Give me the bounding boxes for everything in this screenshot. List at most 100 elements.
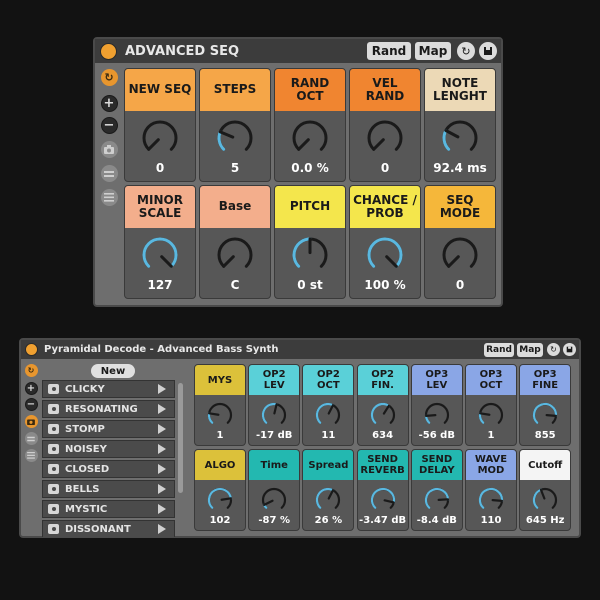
param-knob[interactable] [423, 401, 451, 433]
camera-icon [48, 404, 59, 414]
link-icon[interactable]: ↻ [547, 343, 560, 356]
param-value: 1 [487, 430, 495, 441]
hot-swap-icon[interactable]: ↻ [100, 69, 118, 86]
param-label: RAND OCT [275, 69, 345, 111]
hot-swap-icon[interactable]: ↻ [24, 364, 38, 377]
param-knob[interactable] [260, 486, 288, 518]
camera-icon[interactable] [100, 141, 118, 158]
param-cell-algo: ALGO 102 [194, 449, 246, 531]
param-knob[interactable] [141, 119, 179, 161]
play-icon[interactable] [158, 524, 166, 534]
param-knob[interactable] [423, 486, 451, 518]
link-icon[interactable]: ↻ [457, 42, 475, 60]
param-label: OP2 FIN. [357, 365, 408, 395]
play-icon[interactable] [158, 444, 166, 454]
folder-icon[interactable] [100, 165, 118, 182]
plus-icon[interactable]: + [100, 95, 118, 112]
preset-item[interactable]: MYSTIC [42, 500, 175, 518]
new-preset-button[interactable]: New [91, 364, 135, 378]
device-sidebar: ↻ + − [22, 364, 40, 462]
advanced-seq-device: ADVANCED SEQ Rand Map ↻ ↻ + − NEW SEQ 0 ST… [93, 37, 503, 307]
preset-name: CLOSED [65, 463, 110, 475]
preset-name: STOMP [65, 423, 105, 435]
param-label: ALGO [195, 450, 245, 480]
preset-item[interactable]: STOMP [42, 420, 175, 438]
param-knob[interactable] [216, 119, 254, 161]
param-cell-time: Time -87 % [248, 449, 301, 531]
param-knob[interactable] [141, 236, 179, 278]
play-icon[interactable] [158, 484, 166, 494]
list-icon[interactable] [24, 449, 38, 462]
preset-item[interactable]: RESONATING [42, 400, 175, 418]
list-icon[interactable] [100, 189, 118, 206]
param-label: STEPS [200, 69, 270, 111]
param-cell-op3-fine: OP3 FINE 855 [519, 364, 572, 446]
minus-icon[interactable]: − [24, 398, 38, 411]
param-cell-pitch: PITCH 0 st [274, 185, 346, 299]
param-cell-spread: Spread 26 % [302, 449, 355, 531]
param-knob[interactable] [260, 401, 288, 433]
camera-icon [48, 504, 59, 514]
play-icon[interactable] [158, 404, 166, 414]
preset-name: NOISEY [65, 443, 107, 455]
save-icon[interactable] [479, 42, 497, 60]
rand-button[interactable]: Rand [484, 342, 514, 357]
param-knob[interactable] [216, 236, 254, 278]
preset-item[interactable]: CLOSED [42, 460, 175, 478]
param-value: 102 [209, 515, 231, 526]
param-knob[interactable] [477, 401, 505, 433]
bass-synth-device: Pyramidal Decode - Advanced Bass Synth R… [19, 338, 581, 538]
play-icon[interactable] [158, 464, 166, 474]
play-icon[interactable] [158, 384, 166, 394]
param-cell-rand-oct: RAND OCT 0.0 % [274, 68, 346, 182]
param-cell-send-reverb: SEND REVERB -3.47 dB [356, 449, 409, 531]
preset-item[interactable]: DISSONANT [42, 520, 175, 537]
param-knob[interactable] [314, 486, 342, 518]
param-label: Time [249, 450, 300, 480]
plus-icon[interactable]: + [24, 382, 38, 395]
param-knob[interactable] [206, 401, 234, 433]
param-value: C [230, 278, 240, 292]
minus-icon[interactable]: − [100, 117, 118, 134]
param-knob[interactable] [531, 486, 559, 518]
power-icon[interactable] [25, 343, 38, 356]
camera-icon[interactable] [24, 415, 38, 428]
param-label: MYS [195, 365, 245, 395]
folder-icon[interactable] [24, 432, 38, 445]
map-button[interactable]: Map [517, 342, 543, 357]
param-value: 0 st [297, 278, 323, 292]
param-knob[interactable] [369, 401, 397, 433]
preset-name: CLICKY [65, 383, 105, 395]
param-value: 645 Hz [525, 515, 565, 526]
param-knob[interactable] [441, 236, 479, 278]
param-label: OP3 FINE [520, 365, 571, 395]
param-value: -3.47 dB [359, 515, 407, 526]
param-knob[interactable] [531, 401, 559, 433]
param-value: -56 dB [418, 430, 455, 441]
preset-item[interactable]: NOISEY [42, 440, 175, 458]
param-knob[interactable] [477, 486, 505, 518]
param-knob[interactable] [366, 119, 404, 161]
param-knob[interactable] [291, 119, 329, 161]
preset-scrollbar[interactable] [178, 383, 183, 493]
param-knob[interactable] [206, 486, 234, 518]
preset-name: RESONATING [65, 403, 138, 415]
play-icon[interactable] [158, 504, 166, 514]
preset-item[interactable]: BELLS [42, 480, 175, 498]
param-cell-wave-mod: WAVE MOD 110 [465, 449, 517, 531]
map-button[interactable]: Map [415, 42, 451, 60]
play-icon[interactable] [158, 424, 166, 434]
param-knob[interactable] [441, 119, 479, 161]
save-icon[interactable] [563, 343, 576, 356]
param-knob[interactable] [366, 236, 404, 278]
rand-button[interactable]: Rand [367, 42, 411, 60]
param-label: Cutoff [520, 450, 571, 480]
camera-icon [48, 424, 59, 434]
preset-item[interactable]: CLICKY [42, 380, 175, 398]
param-knob[interactable] [369, 486, 397, 518]
power-icon[interactable] [100, 42, 117, 60]
param-cell-op2-fin: OP2 FIN. 634 [356, 364, 409, 446]
param-knob[interactable] [314, 401, 342, 433]
param-value: 0.0 % [291, 161, 329, 175]
param-knob[interactable] [291, 236, 329, 278]
